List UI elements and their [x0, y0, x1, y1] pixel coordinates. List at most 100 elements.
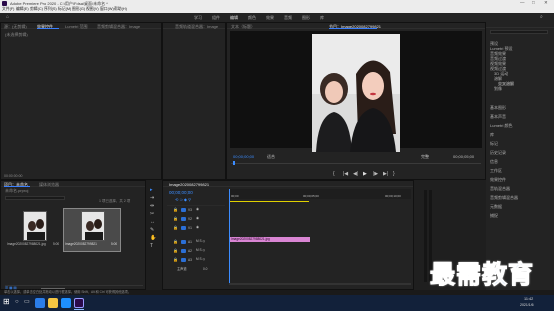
fit-dropdown[interactable]: 适合 [267, 155, 275, 159]
track-v2-eye-icon[interactable]: ◉ [196, 216, 199, 221]
menu-graphics[interactable]: 图形(G) [72, 7, 85, 12]
menu-edit[interactable]: 编辑(E) [16, 7, 29, 12]
file-explorer-icon[interactable] [48, 298, 58, 308]
clock-time[interactable]: 11:42 [524, 297, 533, 302]
track-v3-target[interactable] [181, 208, 186, 212]
track-v3-eye-icon[interactable]: ◉ [196, 207, 199, 212]
ripple-edit-tool-icon[interactable]: ⇹ [150, 204, 154, 209]
work-area-bar[interactable] [229, 201, 309, 202]
track-a3-target[interactable] [181, 258, 186, 262]
workspace-audio[interactable]: 音频 [284, 16, 292, 20]
track-v3-label[interactable]: V3 [188, 208, 192, 212]
menu-clip[interactable]: 剪辑(C) [30, 7, 43, 12]
panel-history[interactable]: 历史记录 [490, 151, 506, 155]
workspace-color[interactable]: 颜色 [248, 16, 256, 20]
tab-source[interactable]: 源：(无剪辑) [4, 24, 27, 29]
menu-file[interactable]: 文件(F) [2, 7, 14, 12]
panel-essential-graphics[interactable]: 基本图形 [490, 106, 506, 110]
hand-tool-icon[interactable]: ✋ [150, 236, 156, 241]
media-name-2[interactable]: Image2020082799821 [65, 242, 97, 246]
slip-tool-icon[interactable]: ↔ [150, 220, 155, 225]
workspace-assembly[interactable]: 组件 [212, 16, 220, 20]
selection-tool-icon[interactable]: ▸ [150, 188, 153, 193]
master-volume[interactable]: 0.0 [203, 267, 207, 271]
program-playhead[interactable] [233, 161, 235, 165]
track-a2-target[interactable] [181, 249, 186, 253]
razor-tool-icon[interactable]: ✂ [150, 212, 154, 217]
panel-essential-sound[interactable]: 基本声音 [490, 115, 506, 119]
panel-libraries[interactable]: 库 [490, 133, 494, 137]
workspace-libraries[interactable]: 库 [320, 16, 324, 20]
panel-audio-track-mixer[interactable]: 音轨混合器 [490, 187, 510, 191]
timeline-playhead[interactable] [229, 189, 230, 283]
tab-lumetri-scopes[interactable]: Lumetri 范围 [65, 24, 87, 29]
tab-text-title[interactable]: 文本（标题） [231, 24, 255, 29]
track-select-tool-icon[interactable]: ⇥ [150, 196, 154, 201]
track-a2-label[interactable]: A2 [188, 249, 192, 253]
workspace-editing[interactable]: 编辑 [230, 16, 238, 20]
track-v1-toggle[interactable]: 🔒 [173, 226, 178, 230]
go-to-in-button[interactable]: |◀ [343, 172, 348, 177]
track-a1-toggle[interactable]: 🔒 [173, 240, 178, 244]
track-v1-target[interactable] [181, 226, 186, 230]
panel-effect-controls[interactable]: 效果控件 [490, 178, 506, 182]
panel-markers[interactable]: 标记 [490, 142, 498, 146]
menu-help[interactable]: 帮助(H) [114, 7, 127, 12]
track-a3-ms-icon[interactable]: M S ◎ [196, 257, 205, 261]
task-view-icon[interactable]: ▭ [24, 299, 30, 305]
play-button[interactable]: ▶ [363, 172, 367, 177]
media-thumbnail-1[interactable] [23, 211, 47, 241]
timeline-timecode[interactable]: 00;00;00;00 [169, 190, 193, 196]
media-name-1[interactable]: Image20200827988021.jpg [7, 242, 46, 246]
tab-audio-clip-mixer[interactable]: 音频剪辑混合器：Image [97, 24, 140, 29]
project-search-input[interactable] [5, 196, 65, 200]
mark-in-button[interactable]: { [333, 172, 335, 177]
track-v1-eye-icon[interactable]: ◉ [196, 225, 199, 230]
type-tool-icon[interactable]: T [150, 244, 153, 249]
edge-icon[interactable] [35, 298, 45, 308]
track-v2-target[interactable] [181, 217, 186, 221]
track-v2-label[interactable]: V2 [188, 217, 192, 221]
timeline-scrollbar[interactable] [229, 283, 411, 285]
tab-media-browser[interactable]: 媒体浏览器 [39, 182, 59, 187]
workspace-effects[interactable]: 效果 [266, 16, 274, 20]
go-to-out-button[interactable]: ▶| [383, 172, 388, 177]
tree-iris[interactable]: 划像 [494, 87, 502, 91]
mark-out-button[interactable]: } [393, 172, 395, 177]
panel-lumetri-color[interactable]: Lumetri 颜色 [490, 124, 512, 128]
panel-audio-clip-mixer[interactable]: 音频剪辑混合器 [490, 196, 518, 200]
track-a2-ms-icon[interactable]: M S ◎ [196, 248, 205, 252]
quality-dropdown[interactable]: 完整 [421, 155, 429, 159]
pen-tool-icon[interactable]: ✎ [150, 228, 154, 233]
close-button[interactable]: ✕ [544, 0, 548, 6]
menu-marker[interactable]: 标记(M) [58, 7, 71, 12]
track-a1-target[interactable] [181, 240, 186, 244]
step-back-button[interactable]: ◀| [353, 172, 358, 177]
zoom-slider[interactable] [41, 288, 65, 289]
program-scrubber[interactable] [231, 163, 481, 164]
home-icon[interactable]: ⌂ [6, 15, 9, 20]
windows-start-icon[interactable]: ⊞ [3, 298, 10, 306]
search-icon[interactable]: ○ [15, 299, 19, 305]
tab-audio-track-mixer[interactable]: 音频轨道混合器：Image [175, 24, 218, 29]
snap-icon[interactable]: ⟲ ⊃ ◆ ⚲ [175, 198, 191, 202]
track-a1-ms-icon[interactable]: M S ◎ [196, 239, 205, 243]
track-a3-label[interactable]: A3 [188, 258, 192, 262]
step-forward-button[interactable]: |▶ [373, 172, 378, 177]
premiere-taskbar-icon[interactable] [74, 298, 84, 308]
menu-window[interactable]: 窗口(W) [100, 7, 114, 12]
track-v3-toggle[interactable]: 🔒 [173, 208, 178, 212]
panel-metadata[interactable]: 元数据 [490, 205, 502, 209]
menu-view[interactable]: 视图(V) [86, 7, 99, 12]
track-a2-toggle[interactable]: 🔒 [173, 249, 178, 253]
track-a3-toggle[interactable]: 🔒 [173, 258, 178, 262]
workspace-graphics[interactable]: 图形 [302, 16, 310, 20]
tab-sequence[interactable]: Image2020082799821 [169, 182, 209, 187]
track-v2-toggle[interactable]: 🔒 [173, 217, 178, 221]
media-thumbnail-2[interactable] [81, 211, 105, 241]
workspace-learn[interactable]: 学习 [194, 16, 202, 20]
maximize-button[interactable]: □ [532, 0, 535, 6]
browser-icon[interactable] [61, 298, 71, 308]
program-timecode[interactable]: 00;00;00;00 [233, 155, 254, 159]
track-a1-label[interactable]: A1 [188, 240, 192, 244]
